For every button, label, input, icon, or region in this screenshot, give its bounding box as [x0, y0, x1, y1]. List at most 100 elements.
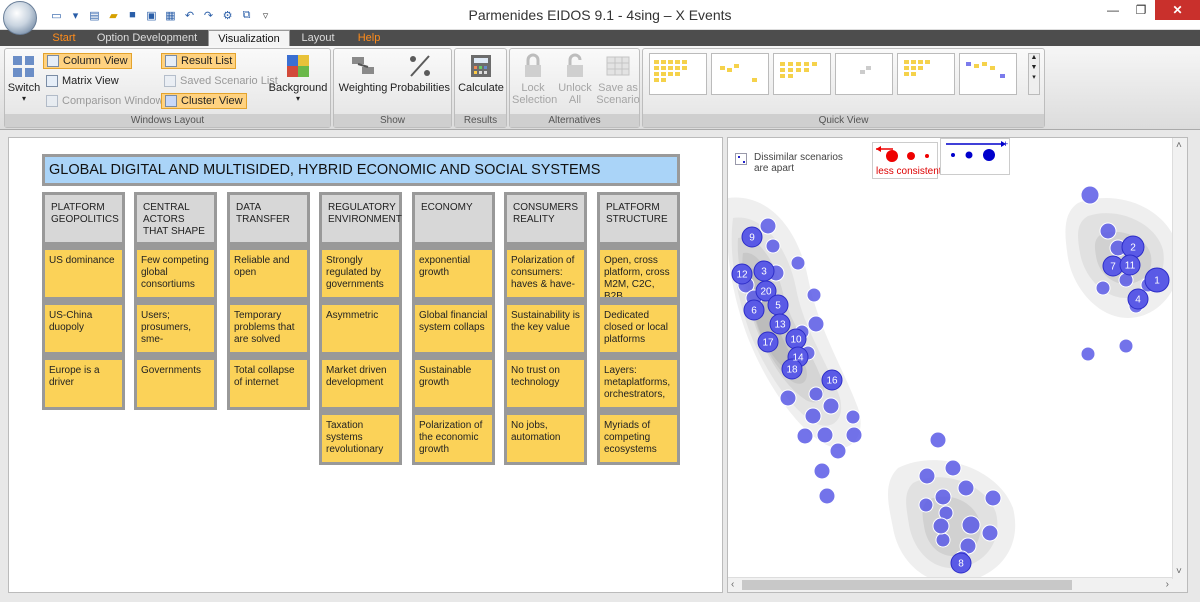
tab-start[interactable]: Start — [44, 30, 84, 46]
option-cell[interactable]: Sustainability is the key value — [507, 305, 584, 352]
cluster-view-pane[interactable]: 9 12 3 20 6 5 13 17 10 14 18 16 2 7 11 1 4 8 Dissimilar s… — [727, 137, 1188, 593]
option-cell[interactable]: Total collapse of internet — [230, 360, 307, 407]
scenario-dot[interactable] — [822, 397, 840, 415]
scenario-dot[interactable] — [961, 515, 981, 535]
option-cell[interactable]: Global financial system collaps — [415, 305, 492, 352]
scenario-dot[interactable] — [813, 462, 831, 480]
option-cell[interactable]: No jobs, automation — [507, 415, 584, 462]
app-logo-icon[interactable] — [3, 1, 37, 35]
option-cell[interactable]: Reliable and open — [230, 250, 307, 297]
scenario-dot[interactable] — [981, 524, 999, 542]
scenario-dot[interactable] — [796, 427, 814, 445]
scenario-dot[interactable] — [935, 532, 951, 548]
option-cell[interactable]: Polarization of the economic growth — [415, 415, 492, 462]
tab-layout[interactable]: Layout — [295, 30, 341, 46]
vertical-scrollbar[interactable]: ˄ ˅ — [1172, 138, 1187, 579]
scenario-dot[interactable] — [918, 497, 934, 513]
scroll-right-icon[interactable]: › — [1166, 579, 1169, 590]
option-cell[interactable]: Governments — [137, 360, 214, 407]
scenario-dot[interactable] — [807, 315, 825, 333]
scenario-dot[interactable] — [808, 386, 824, 402]
tab-help[interactable]: Help — [348, 30, 390, 46]
gallery-scroll[interactable]: ▲ ▼ ▾ — [1028, 53, 1040, 95]
horizontal-scrollbar[interactable]: ‹ › — [728, 577, 1187, 592]
gallery-up-icon[interactable]: ▲ — [1029, 54, 1039, 61]
quick-view-thumbnail[interactable] — [773, 53, 831, 95]
matrix-view-button[interactable]: Matrix View — [43, 73, 122, 89]
scenario-dot[interactable] — [932, 517, 950, 535]
save-as-scenario-button[interactable]: Save as Scenario — [596, 53, 640, 106]
scenario-dot[interactable] — [806, 287, 822, 303]
comparison-window-button[interactable]: Comparison Window — [43, 93, 166, 109]
scenario-dot[interactable] — [984, 489, 1002, 507]
column-header[interactable]: DATA TRANSFER — [230, 195, 307, 242]
scenario-dot[interactable] — [765, 238, 781, 254]
scroll-down-icon[interactable]: ˅ — [1176, 566, 1182, 577]
scenario-dot[interactable] — [845, 409, 861, 425]
cluster-view-button[interactable]: Cluster View — [161, 93, 247, 109]
horizontal-scroll-thumb[interactable] — [742, 580, 1072, 590]
quick-view-thumbnail[interactable] — [835, 53, 893, 95]
option-cell[interactable]: Layers: metaplatforms, orchestrators, — [600, 360, 677, 407]
weighting-button[interactable]: Weighting — [337, 53, 389, 94]
scenario-dot[interactable] — [1080, 185, 1100, 205]
option-cell[interactable]: Market driven development — [322, 360, 399, 407]
scenario-dot[interactable] — [1080, 346, 1096, 362]
option-cell[interactable]: US dominance — [45, 250, 122, 297]
lock-selection-button[interactable]: Lock Selection — [512, 53, 557, 106]
unlock-all-button[interactable]: Unlock All — [554, 53, 596, 106]
column-header[interactable]: CONSUMERS REALITY — [507, 195, 584, 242]
option-cell[interactable]: Asymmetric — [322, 305, 399, 352]
background-button[interactable]: Background ▾ — [267, 53, 329, 103]
tab-option-development[interactable]: Option Development — [92, 30, 202, 46]
scenario-dot[interactable] — [759, 217, 777, 235]
option-cell[interactable]: Dedicated closed or local platforms — [600, 305, 677, 352]
column-header[interactable]: PLATFORM GEOPOLITICS — [45, 195, 122, 242]
column-header[interactable]: ECONOMY — [415, 195, 492, 242]
column-header[interactable]: PLATFORM STRUCTURE — [600, 195, 677, 242]
scenario-dot[interactable] — [790, 255, 806, 271]
saved-scenario-list-button[interactable]: Saved Scenario List — [161, 73, 281, 89]
gallery-down-icon[interactable]: ▼ — [1029, 64, 1039, 71]
scenario-dot[interactable] — [934, 488, 952, 506]
option-cell[interactable]: Temporary problems that are solved — [230, 305, 307, 352]
switch-button[interactable]: Switch ▾ — [7, 53, 41, 103]
option-cell[interactable]: exponential growth — [415, 250, 492, 297]
tab-visualization[interactable]: Visualization — [208, 30, 290, 47]
minimize-icon[interactable]: — — [1099, 0, 1127, 20]
scenario-dot[interactable] — [816, 426, 834, 444]
gallery-more-icon[interactable]: ▾ — [1029, 73, 1039, 81]
close-icon[interactable]: ✕ — [1155, 0, 1200, 20]
scenario-dot[interactable] — [918, 467, 936, 485]
quick-view-thumbnail[interactable] — [649, 53, 707, 95]
result-list-button[interactable]: Result List — [161, 53, 237, 69]
scenario-dot[interactable] — [818, 487, 836, 505]
scenario-dot[interactable] — [929, 431, 947, 449]
scroll-up-icon[interactable]: ˄ — [1176, 140, 1182, 151]
scroll-left-icon[interactable]: ‹ — [731, 579, 734, 590]
column-header[interactable]: CENTRAL ACTORS THAT SHAPE — [137, 195, 214, 242]
quick-view-thumbnail[interactable] — [897, 53, 955, 95]
option-cell[interactable]: Strongly regulated by governments — [322, 250, 399, 297]
scenario-dot[interactable] — [1095, 280, 1111, 296]
scenario-dot[interactable] — [804, 407, 822, 425]
cluster-map[interactable]: 912 3206 51317 1014181627 11148 — [728, 138, 1188, 593]
option-cell[interactable]: Taxation systems revolutionary — [322, 415, 399, 462]
option-cell[interactable]: Myriads of competing ecosystems — [600, 415, 677, 462]
option-cell[interactable]: Sustainable growth — [415, 360, 492, 407]
option-cell[interactable]: Open, cross platform, cross M2M, C2C, B2… — [600, 250, 677, 297]
scenario-dot[interactable] — [1118, 338, 1134, 354]
scenario-dot[interactable] — [1099, 222, 1117, 240]
scenario-dot[interactable] — [779, 389, 797, 407]
column-view-button[interactable]: Column View — [43, 53, 132, 69]
scenario-dot[interactable] — [957, 479, 975, 497]
option-cell[interactable]: No trust on technology — [507, 360, 584, 407]
option-cell[interactable]: Europe is a driver — [45, 360, 122, 407]
option-cell[interactable]: US-China duopoly — [45, 305, 122, 352]
column-header[interactable]: REGULATORY ENVIRONMENT — [322, 195, 402, 242]
option-cell[interactable]: Few competing global consortiums — [137, 250, 214, 297]
option-cell[interactable]: Users; prosumers, sme- — [137, 305, 214, 352]
scenario-dot[interactable] — [845, 426, 863, 444]
option-cell[interactable]: Polarization of consumers: haves & have- — [507, 250, 584, 297]
quick-view-thumbnail[interactable] — [711, 53, 769, 95]
